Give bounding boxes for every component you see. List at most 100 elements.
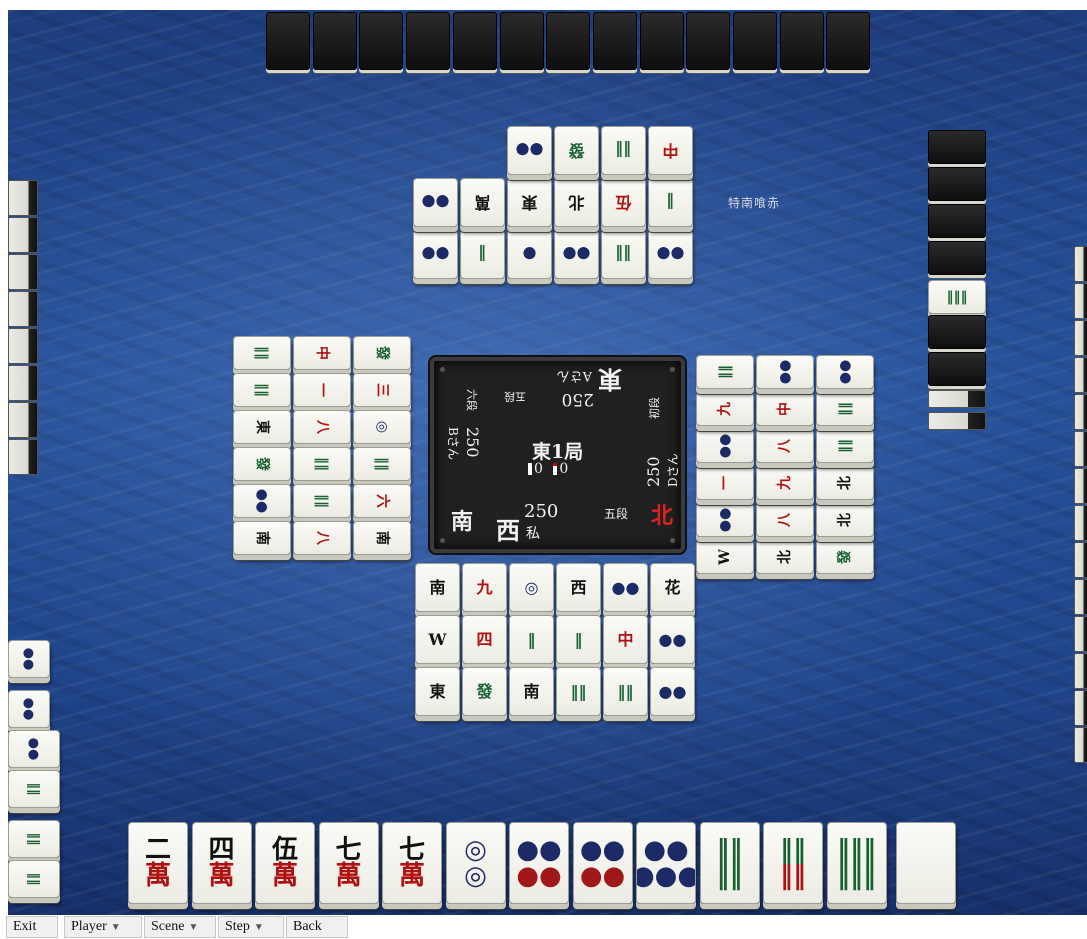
rules-label: 特南喰赤 [728, 196, 781, 210]
tile-face-glyph: ●● [421, 245, 450, 265]
discard-tile: ‖ [556, 615, 601, 664]
hand-tile-5-man-red[interactable]: 伍萬 [255, 822, 315, 904]
discard-tile: 北 [816, 503, 874, 537]
discard-tile: ●● [233, 484, 291, 518]
hand-tile-7-man[interactable]: 七萬 [318, 822, 379, 904]
hand-tile-bottom: ●● [579, 861, 626, 891]
hand-tile-5-sou[interactable]: ‖‖ ‖‖ [763, 822, 823, 904]
discard-tile: 發 [816, 540, 874, 574]
hand-tile-bottom: ●●● [637, 861, 696, 891]
tile-face-glyph: ‖‖ [717, 365, 733, 379]
scene-menu-button[interactable]: Scene ▼ [144, 916, 216, 938]
discard-tile: ●● [696, 429, 754, 463]
tile-side [1074, 283, 1087, 319]
seat-north-rank: 初段 [648, 397, 661, 419]
tile-face-glyph: 中 [617, 629, 634, 649]
tile-face-glyph: 發 [374, 346, 390, 360]
tile-face-glyph: 東 [254, 420, 270, 434]
tile-face-glyph: 八 [314, 531, 330, 545]
tile-face-glyph: 伍 [615, 193, 632, 213]
tile-face-glyph: ●● [21, 647, 37, 671]
tile-face-glyph: ●● [26, 737, 42, 761]
discard-tile: 北 [756, 540, 814, 574]
tile-face-glyph: ‖‖ [615, 245, 632, 265]
tile-side [1074, 653, 1087, 689]
tile-back [312, 12, 357, 70]
hand-tile-white-dragon[interactable] [896, 822, 956, 904]
tile-face-glyph: ●● [777, 359, 793, 385]
player-menu-button[interactable]: Player ▼ [64, 916, 142, 938]
tile-face-glyph: ● [522, 245, 537, 265]
tile-back [639, 12, 684, 70]
hand-tile-bottom: 萬 [271, 861, 298, 891]
seat-south-score: 250 [463, 427, 482, 458]
hand-tile-6-sou[interactable]: ‖‖‖ ‖‖‖ [826, 822, 887, 904]
discard-tile: 八 [293, 521, 351, 555]
tile-side [8, 365, 38, 401]
discard-tile: 九 [462, 563, 507, 612]
tile-side [8, 439, 38, 475]
tile-back [928, 241, 986, 275]
discard-tile: ‖ [648, 178, 693, 227]
hand-tile-6-pin[interactable]: ●● ●● [572, 822, 633, 904]
tile-face-glyph: 九 [717, 402, 733, 416]
discard-tile: ‖‖ [601, 230, 646, 279]
hand-tile-4-man[interactable]: 四萬 [191, 822, 252, 904]
hand-tile-4-sou[interactable]: ‖‖ ‖‖ [699, 822, 760, 904]
discard-tile: 南 [353, 521, 411, 555]
hand-tile-7-man[interactable]: 七萬 [382, 822, 442, 904]
discard-tile: 八 [756, 503, 814, 537]
seat-west-rank: 五段 [604, 507, 629, 521]
hand-tile-8-pin[interactable]: ●●●●● [636, 822, 696, 904]
discard-tile: ‖‖ [816, 392, 874, 426]
tile-face-glyph: 北 [777, 550, 793, 564]
tile-face-glyph: 花 [664, 577, 681, 597]
tile-face-glyph: ‖‖ [837, 402, 853, 416]
seat-north-score: 250 [644, 456, 663, 487]
tile-face-glyph: ‖‖ [254, 383, 270, 397]
tile-side [8, 254, 38, 290]
tile-face-glyph: ●● [837, 359, 853, 385]
discard-tile: ●● [650, 667, 695, 716]
hand-tile-6-pin[interactable]: ●● ●● [509, 822, 569, 904]
tile-back [406, 12, 451, 70]
discard-tile: 一 [293, 373, 351, 407]
exit-button[interactable]: Exit [6, 916, 58, 938]
tile-back [359, 12, 404, 70]
hand-tile-2-pin[interactable]: ◎ ◎ [445, 822, 506, 904]
tile-side [1074, 579, 1087, 615]
tile-face-glyph: ‖ [478, 245, 487, 265]
tile-face-glyph: ◎ [524, 577, 539, 597]
tile-face-glyph: ●● [656, 245, 685, 265]
tile-side [8, 402, 38, 438]
tile-face-glyph: 發 [837, 550, 853, 564]
tile-face-glyph: 中 [662, 141, 679, 161]
tile-side [1074, 542, 1087, 578]
tile-face-glyph: 九 [476, 577, 493, 597]
tile-open-left: ‖‖ [8, 770, 60, 808]
tile-face-glyph: 北 [568, 193, 585, 213]
step-menu-button[interactable]: Step ▼ [218, 916, 284, 938]
discard-tile: ●● [603, 563, 648, 612]
tile-face-glyph: ‖‖ [314, 494, 330, 508]
tile-sou-side: ‖‖‖ [928, 280, 986, 314]
discard-tile: 中 [756, 392, 814, 426]
tile-face-glyph: 發 [254, 457, 270, 471]
seat-east-wind: 東 [598, 365, 622, 394]
tile-face-glyph: 八 [777, 439, 793, 453]
hand-tile-bottom: ‖‖ [716, 861, 743, 891]
discard-tile: 發 [233, 447, 291, 481]
discard-tile: 中 [603, 615, 648, 664]
center-info-panel: 東1局 0 0 西 250 五段 私 東 250 五段 Aさん 南 250 六段… [430, 357, 685, 553]
tile-back [928, 315, 986, 349]
tile-face-glyph: 東 [521, 193, 538, 213]
chevron-down-icon: ▼ [253, 922, 264, 933]
hand-tile-2-man[interactable]: 二萬 [128, 822, 188, 904]
discard-tile: 發 [462, 667, 507, 716]
tile-side [8, 217, 38, 253]
tile-face-glyph: ●● [717, 507, 733, 533]
discard-tile: ‖‖ [696, 355, 754, 389]
tile-face-glyph: ‖‖ [26, 832, 42, 846]
back-button[interactable]: Back [286, 916, 348, 938]
tile-side [1074, 246, 1087, 282]
